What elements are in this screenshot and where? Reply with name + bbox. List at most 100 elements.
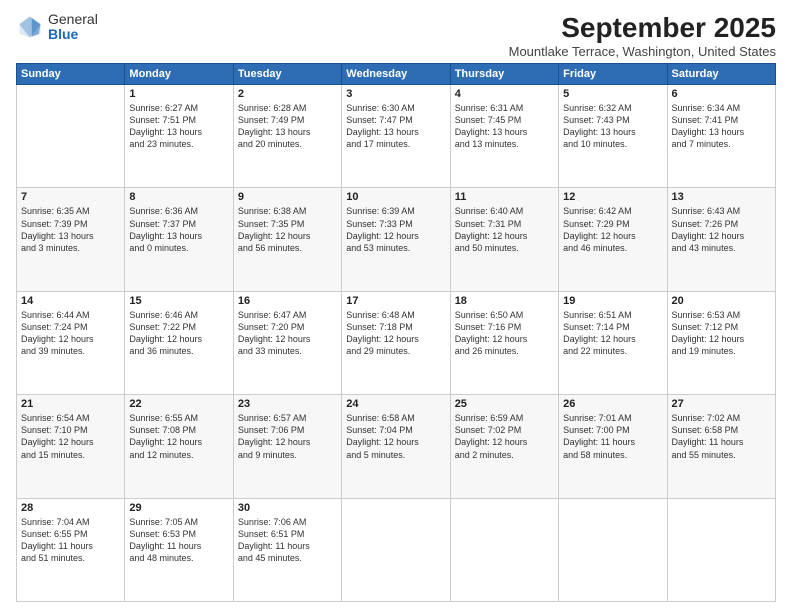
day-number: 11: [455, 191, 554, 203]
month-title: September 2025: [509, 12, 776, 44]
day-number: 4: [455, 88, 554, 100]
cell-content: Sunrise: 6:35 AM Sunset: 7:39 PM Dayligh…: [21, 205, 120, 254]
cell-content: Sunrise: 6:59 AM Sunset: 7:02 PM Dayligh…: [455, 412, 554, 461]
calendar-cell: 28 Sunrise: 7:04 AM Sunset: 6:55 PM Dayli…: [17, 498, 125, 601]
header: General Blue September 2025 Mountlake Te…: [16, 12, 776, 59]
day-number: 25: [455, 398, 554, 410]
day-number: 2: [238, 88, 337, 100]
day-number: 18: [455, 295, 554, 307]
day-number: 16: [238, 295, 337, 307]
cell-content: Sunrise: 6:34 AM Sunset: 7:41 PM Dayligh…: [672, 102, 771, 151]
title-block: September 2025 Mountlake Terrace, Washin…: [509, 12, 776, 59]
day-number: 9: [238, 191, 337, 203]
cell-content: Sunrise: 6:38 AM Sunset: 7:35 PM Dayligh…: [238, 205, 337, 254]
day-number: 26: [563, 398, 662, 410]
header-friday: Friday: [559, 64, 667, 85]
weekday-header-row: Sunday Monday Tuesday Wednesday Thursday…: [17, 64, 776, 85]
day-number: 10: [346, 191, 445, 203]
cell-content: Sunrise: 6:32 AM Sunset: 7:43 PM Dayligh…: [563, 102, 662, 151]
calendar-cell: 21Sunrise: 6:54 AM Sunset: 7:10 PM Dayli…: [17, 395, 125, 498]
logo-icon: [16, 13, 44, 41]
cell-content: Sunrise: 6:40 AM Sunset: 7:31 PM Dayligh…: [455, 205, 554, 254]
calendar-cell: 18 Sunrise: 6:50 AM Sunset: 7:16 PM Dayli…: [450, 291, 558, 394]
logo-blue-text: Blue: [48, 27, 98, 42]
cell-content: Sunrise: 6:42 AM Sunset: 7:29 PM Dayligh…: [563, 205, 662, 254]
calendar-cell: 4 Sunrise: 6:31 AM Sunset: 7:45 PM Daylig…: [450, 85, 558, 188]
calendar-cell: 26 Sunrise: 7:01 AM Sunset: 7:00 PM Dayli…: [559, 395, 667, 498]
day-number: 29: [129, 502, 228, 514]
calendar-week-row: 14Sunrise: 6:44 AM Sunset: 7:24 PM Dayli…: [17, 291, 776, 394]
logo: General Blue: [16, 12, 98, 43]
cell-content: Sunrise: 6:53 AM Sunset: 7:12 PM Dayligh…: [672, 309, 771, 358]
calendar-cell: 20 Sunrise: 6:53 AM Sunset: 7:12 PM Dayli…: [667, 291, 775, 394]
cell-content: Sunrise: 7:02 AM Sunset: 6:58 PM Dayligh…: [672, 412, 771, 461]
calendar-cell: 8Sunrise: 6:36 AM Sunset: 7:37 PM Daylig…: [125, 188, 233, 291]
calendar-cell: 15 Sunrise: 6:46 AM Sunset: 7:22 PM Dayli…: [125, 291, 233, 394]
calendar-cell: 2 Sunrise: 6:28 AM Sunset: 7:49 PM Daylig…: [233, 85, 341, 188]
calendar-week-row: 21Sunrise: 6:54 AM Sunset: 7:10 PM Dayli…: [17, 395, 776, 498]
cell-content: Sunrise: 6:27 AM Sunset: 7:51 PM Dayligh…: [129, 102, 228, 151]
cell-content: Sunrise: 6:39 AM Sunset: 7:33 PM Dayligh…: [346, 205, 445, 254]
calendar-table: Sunday Monday Tuesday Wednesday Thursday…: [16, 63, 776, 602]
calendar-cell: 25 Sunrise: 6:59 AM Sunset: 7:02 PM Dayli…: [450, 395, 558, 498]
calendar-cell: 19 Sunrise: 6:51 AM Sunset: 7:14 PM Dayli…: [559, 291, 667, 394]
cell-content: Sunrise: 6:31 AM Sunset: 7:45 PM Dayligh…: [455, 102, 554, 151]
cell-content: Sunrise: 6:46 AM Sunset: 7:22 PM Dayligh…: [129, 309, 228, 358]
day-number: 23: [238, 398, 337, 410]
calendar-cell: 14Sunrise: 6:44 AM Sunset: 7:24 PM Dayli…: [17, 291, 125, 394]
calendar-week-row: 7 Sunrise: 6:35 AM Sunset: 7:39 PM Daylig…: [17, 188, 776, 291]
day-number: 19: [563, 295, 662, 307]
location-title: Mountlake Terrace, Washington, United St…: [509, 44, 776, 59]
calendar-cell: 17Sunrise: 6:48 AM Sunset: 7:18 PM Dayli…: [342, 291, 450, 394]
calendar-cell: [17, 85, 125, 188]
cell-content: Sunrise: 6:43 AM Sunset: 7:26 PM Dayligh…: [672, 205, 771, 254]
calendar-cell: 10 Sunrise: 6:39 AM Sunset: 7:33 PM Dayli…: [342, 188, 450, 291]
day-number: 1: [129, 88, 228, 100]
cell-content: Sunrise: 6:57 AM Sunset: 7:06 PM Dayligh…: [238, 412, 337, 461]
calendar-cell: 6Sunrise: 6:34 AM Sunset: 7:41 PM Daylig…: [667, 85, 775, 188]
day-number: 8: [129, 191, 228, 203]
calendar-cell: [667, 498, 775, 601]
calendar-cell: 29 Sunrise: 7:05 AM Sunset: 6:53 PM Dayli…: [125, 498, 233, 601]
calendar-cell: 22Sunrise: 6:55 AM Sunset: 7:08 PM Dayli…: [125, 395, 233, 498]
logo-text: General Blue: [48, 12, 98, 43]
calendar-cell: 5Sunrise: 6:32 AM Sunset: 7:43 PM Daylig…: [559, 85, 667, 188]
header-monday: Monday: [125, 64, 233, 85]
cell-content: Sunrise: 6:58 AM Sunset: 7:04 PM Dayligh…: [346, 412, 445, 461]
calendar-cell: 7 Sunrise: 6:35 AM Sunset: 7:39 PM Daylig…: [17, 188, 125, 291]
cell-content: Sunrise: 7:04 AM Sunset: 6:55 PM Dayligh…: [21, 516, 120, 565]
cell-content: Sunrise: 6:51 AM Sunset: 7:14 PM Dayligh…: [563, 309, 662, 358]
day-number: 28: [21, 502, 120, 514]
cell-content: Sunrise: 7:06 AM Sunset: 6:51 PM Dayligh…: [238, 516, 337, 565]
calendar-cell: 30 Sunrise: 7:06 AM Sunset: 6:51 PM Dayli…: [233, 498, 341, 601]
calendar-cell: 3Sunrise: 6:30 AM Sunset: 7:47 PM Daylig…: [342, 85, 450, 188]
day-number: 24: [346, 398, 445, 410]
day-number: 7: [21, 191, 120, 203]
logo-general-text: General: [48, 12, 98, 27]
calendar-cell: 27Sunrise: 7:02 AM Sunset: 6:58 PM Dayli…: [667, 395, 775, 498]
calendar-week-row: 28 Sunrise: 7:04 AM Sunset: 6:55 PM Dayli…: [17, 498, 776, 601]
calendar-cell: 9 Sunrise: 6:38 AM Sunset: 7:35 PM Daylig…: [233, 188, 341, 291]
cell-content: Sunrise: 6:55 AM Sunset: 7:08 PM Dayligh…: [129, 412, 228, 461]
header-sunday: Sunday: [17, 64, 125, 85]
calendar-week-row: 1 Sunrise: 6:27 AM Sunset: 7:51 PM Daylig…: [17, 85, 776, 188]
header-wednesday: Wednesday: [342, 64, 450, 85]
day-number: 20: [672, 295, 771, 307]
header-thursday: Thursday: [450, 64, 558, 85]
calendar-cell: [342, 498, 450, 601]
day-number: 3: [346, 88, 445, 100]
day-number: 14: [21, 295, 120, 307]
day-number: 30: [238, 502, 337, 514]
cell-content: Sunrise: 7:01 AM Sunset: 7:00 PM Dayligh…: [563, 412, 662, 461]
cell-content: Sunrise: 6:50 AM Sunset: 7:16 PM Dayligh…: [455, 309, 554, 358]
day-number: 21: [21, 398, 120, 410]
calendar-cell: 12 Sunrise: 6:42 AM Sunset: 7:29 PM Dayli…: [559, 188, 667, 291]
day-number: 15: [129, 295, 228, 307]
calendar-cell: 11 Sunrise: 6:40 AM Sunset: 7:31 PM Dayli…: [450, 188, 558, 291]
calendar-cell: [450, 498, 558, 601]
cell-content: Sunrise: 6:28 AM Sunset: 7:49 PM Dayligh…: [238, 102, 337, 151]
cell-content: Sunrise: 7:05 AM Sunset: 6:53 PM Dayligh…: [129, 516, 228, 565]
day-number: 13: [672, 191, 771, 203]
day-number: 12: [563, 191, 662, 203]
page: General Blue September 2025 Mountlake Te…: [0, 0, 792, 612]
